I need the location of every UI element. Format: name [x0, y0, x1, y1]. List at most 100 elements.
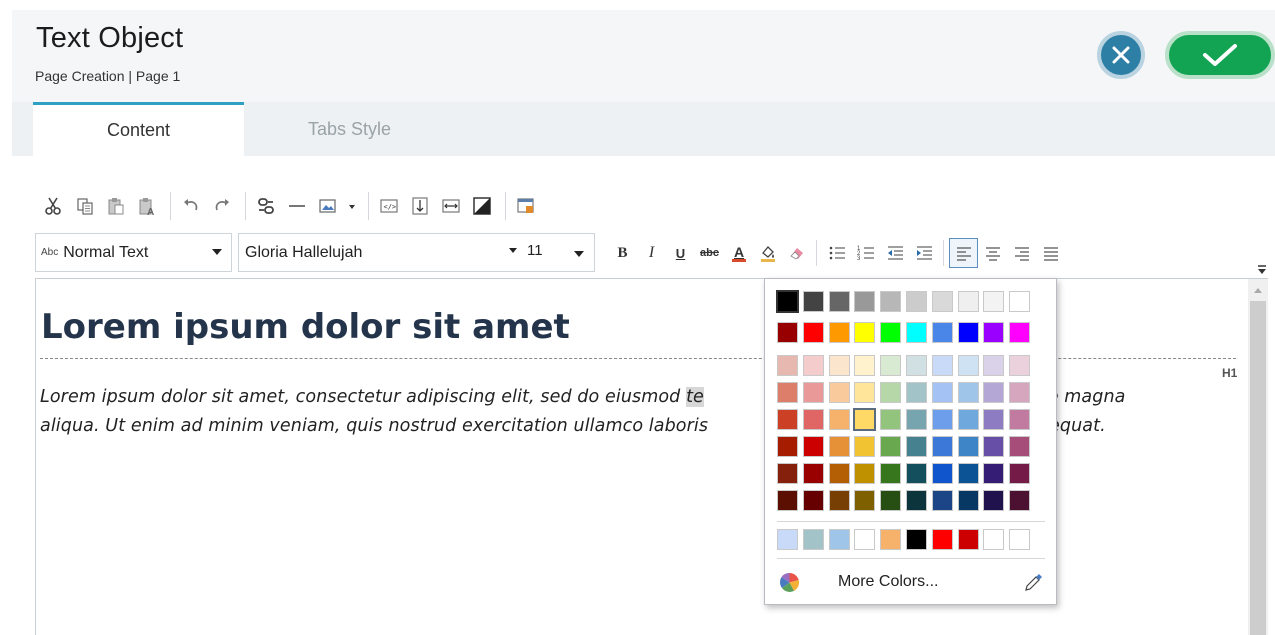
cut-icon[interactable]: [40, 192, 68, 220]
color-swatch[interactable]: [802, 436, 824, 457]
color-swatch[interactable]: [957, 529, 979, 550]
link-icon[interactable]: [252, 192, 280, 220]
bulleted-list-icon[interactable]: [822, 238, 851, 268]
color-swatch[interactable]: [931, 291, 953, 312]
table-layout-icon[interactable]: [512, 192, 540, 220]
font-family-select[interactable]: Gloria Hallelujah 11: [238, 233, 595, 272]
color-swatch[interactable]: [802, 490, 824, 511]
insert-row-icon[interactable]: [437, 192, 465, 220]
color-swatch[interactable]: [906, 355, 927, 376]
color-swatch[interactable]: [802, 291, 824, 312]
contrast-icon[interactable]: [468, 192, 496, 220]
tab-tabs-style[interactable]: Tabs Style: [244, 102, 455, 156]
color-swatch[interactable]: [1009, 409, 1031, 430]
color-swatch[interactable]: [983, 355, 1005, 376]
color-swatch[interactable]: [777, 436, 798, 457]
color-swatch[interactable]: [983, 490, 1005, 511]
color-swatch[interactable]: [854, 322, 876, 343]
outdent-icon[interactable]: [880, 238, 909, 268]
color-swatch[interactable]: [1009, 355, 1031, 376]
color-swatch[interactable]: [906, 322, 927, 343]
color-swatch[interactable]: [931, 409, 953, 430]
color-swatch[interactable]: [880, 529, 902, 550]
color-swatch[interactable]: [931, 529, 953, 550]
color-swatch[interactable]: [983, 291, 1005, 312]
color-swatch[interactable]: [1009, 322, 1031, 343]
color-swatch[interactable]: [802, 322, 824, 343]
color-swatch[interactable]: [802, 382, 824, 403]
color-swatch[interactable]: [802, 355, 824, 376]
color-swatch[interactable]: [957, 490, 979, 511]
clear-format-icon[interactable]: [782, 238, 811, 268]
color-swatch[interactable]: [931, 322, 953, 343]
color-swatch[interactable]: [1009, 529, 1031, 550]
color-swatch[interactable]: [983, 436, 1005, 457]
eyedropper-icon[interactable]: [1023, 572, 1044, 593]
color-swatch[interactable]: [957, 463, 979, 484]
indent-icon[interactable]: [909, 238, 938, 268]
color-swatch[interactable]: [828, 409, 850, 430]
color-swatch[interactable]: [1009, 291, 1031, 312]
align-left-icon[interactable]: [949, 238, 978, 268]
color-swatch[interactable]: [906, 490, 927, 511]
color-swatch[interactable]: [828, 291, 850, 312]
color-swatch[interactable]: [828, 490, 850, 511]
color-swatch[interactable]: [931, 490, 953, 511]
page-break-icon[interactable]: [406, 192, 434, 220]
paste-icon[interactable]: [102, 192, 130, 220]
toolbar-overflow-icon[interactable]: [1257, 263, 1267, 275]
color-swatch[interactable]: [957, 409, 979, 430]
color-swatch[interactable]: [906, 291, 927, 312]
color-swatch[interactable]: [957, 322, 979, 343]
color-swatch[interactable]: [828, 322, 850, 343]
color-swatch[interactable]: [777, 322, 798, 343]
color-swatch[interactable]: [931, 382, 953, 403]
color-swatch[interactable]: [983, 322, 1005, 343]
align-right-icon[interactable]: [1007, 238, 1036, 268]
italic-button[interactable]: I: [637, 238, 666, 268]
align-center-icon[interactable]: [978, 238, 1007, 268]
paragraph-style-select[interactable]: Abc Normal Text: [35, 233, 232, 272]
color-swatch[interactable]: [854, 529, 876, 550]
color-swatch[interactable]: [777, 463, 798, 484]
color-swatch[interactable]: [880, 355, 902, 376]
font-size-value[interactable]: 11: [527, 242, 543, 259]
color-swatch[interactable]: [854, 382, 876, 403]
color-swatch[interactable]: [957, 436, 979, 457]
color-swatch[interactable]: [957, 355, 979, 376]
color-swatch[interactable]: [880, 490, 902, 511]
color-swatch[interactable]: [777, 382, 798, 403]
color-swatch[interactable]: [983, 529, 1005, 550]
image-dropdown-icon[interactable]: [345, 192, 359, 220]
scroll-up-icon[interactable]: [1254, 288, 1262, 293]
color-swatch[interactable]: [1009, 436, 1031, 457]
color-swatch[interactable]: [802, 409, 824, 430]
underline-button[interactable]: U: [666, 238, 695, 268]
color-swatch[interactable]: [1009, 382, 1031, 403]
color-swatch[interactable]: [777, 355, 798, 376]
color-swatch[interactable]: [906, 409, 927, 430]
color-swatch[interactable]: [854, 291, 876, 312]
color-swatch[interactable]: [880, 291, 902, 312]
numbered-list-icon[interactable]: 123: [851, 238, 880, 268]
color-swatch[interactable]: [931, 355, 953, 376]
color-swatch[interactable]: [983, 409, 1005, 430]
color-swatch[interactable]: [854, 490, 876, 511]
color-swatch[interactable]: [880, 322, 902, 343]
color-swatch[interactable]: [777, 409, 798, 430]
color-swatch[interactable]: [802, 463, 824, 484]
color-swatch[interactable]: [880, 463, 902, 484]
bold-button[interactable]: B: [608, 238, 637, 268]
color-swatch[interactable]: [828, 529, 850, 550]
paste-text-icon[interactable]: A: [133, 192, 161, 220]
scrollbar-thumb[interactable]: [1250, 301, 1266, 635]
justify-icon[interactable]: [1036, 238, 1065, 268]
color-swatch[interactable]: [777, 529, 798, 550]
color-swatch[interactable]: [906, 436, 927, 457]
chevron-down-icon[interactable]: [574, 251, 584, 257]
color-swatch[interactable]: [880, 382, 902, 403]
color-swatch[interactable]: [777, 490, 798, 511]
image-icon[interactable]: [314, 192, 342, 220]
color-swatch[interactable]: [957, 291, 979, 312]
color-swatch[interactable]: [828, 382, 850, 403]
